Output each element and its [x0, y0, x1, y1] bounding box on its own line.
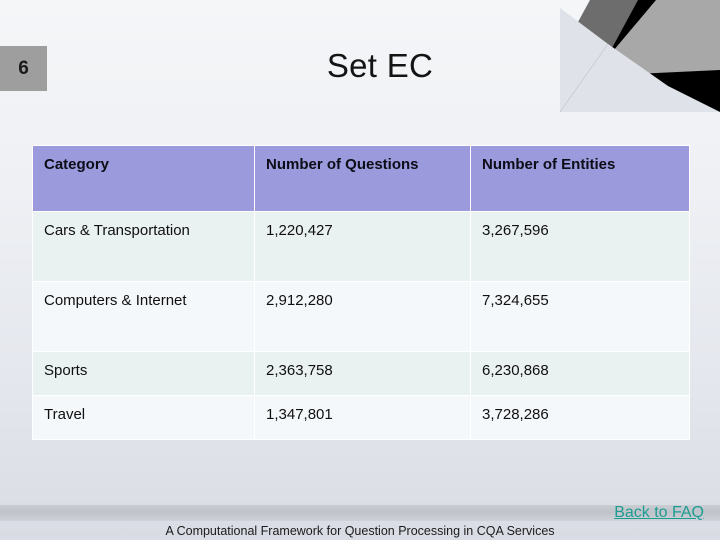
column-header-questions: Number of Questions	[254, 145, 471, 212]
cell-questions: 2,363,758	[254, 351, 471, 396]
footer-caption: A Computational Framework for Question P…	[165, 524, 555, 538]
table-header-row: Category Number of Questions Number of E…	[32, 145, 690, 212]
cell-questions: 1,220,427	[254, 211, 471, 282]
cell-entities: 3,267,596	[470, 211, 690, 282]
table-row: Computers & Internet 2,912,280 7,324,655	[32, 281, 690, 352]
table-row: Sports 2,363,758 6,230,868	[32, 351, 690, 396]
cell-entities: 7,324,655	[470, 281, 690, 352]
cell-category: Sports	[32, 351, 255, 396]
statistics-table: Category Number of Questions Number of E…	[32, 145, 690, 440]
column-header-category: Category	[32, 145, 255, 212]
shape-light-gray-arrow	[592, 0, 720, 76]
back-to-faq-link[interactable]: Back to FAQ	[614, 504, 704, 522]
cell-entities: 6,230,868	[470, 351, 690, 396]
cell-entities: 3,728,286	[470, 395, 690, 440]
shape-dark-gray-wedge	[578, 0, 638, 48]
page-title: Set EC	[326, 47, 434, 84]
cell-category: Cars & Transportation	[32, 211, 255, 282]
table-row: Cars & Transportation 1,220,427 3,267,59…	[32, 211, 690, 282]
table-body: Cars & Transportation 1,220,427 3,267,59…	[32, 211, 690, 440]
column-header-entities: Number of Entities	[470, 145, 690, 212]
cell-questions: 1,347,801	[254, 395, 471, 440]
cell-category: Computers & Internet	[32, 281, 255, 352]
table-row: Travel 1,347,801 3,728,286	[32, 395, 690, 440]
slide-number-badge: 6	[0, 46, 47, 91]
table-header: Category Number of Questions Number of E…	[32, 145, 690, 212]
cell-questions: 2,912,280	[254, 281, 471, 352]
cell-category: Travel	[32, 395, 255, 440]
footer-divider-band	[0, 505, 720, 521]
